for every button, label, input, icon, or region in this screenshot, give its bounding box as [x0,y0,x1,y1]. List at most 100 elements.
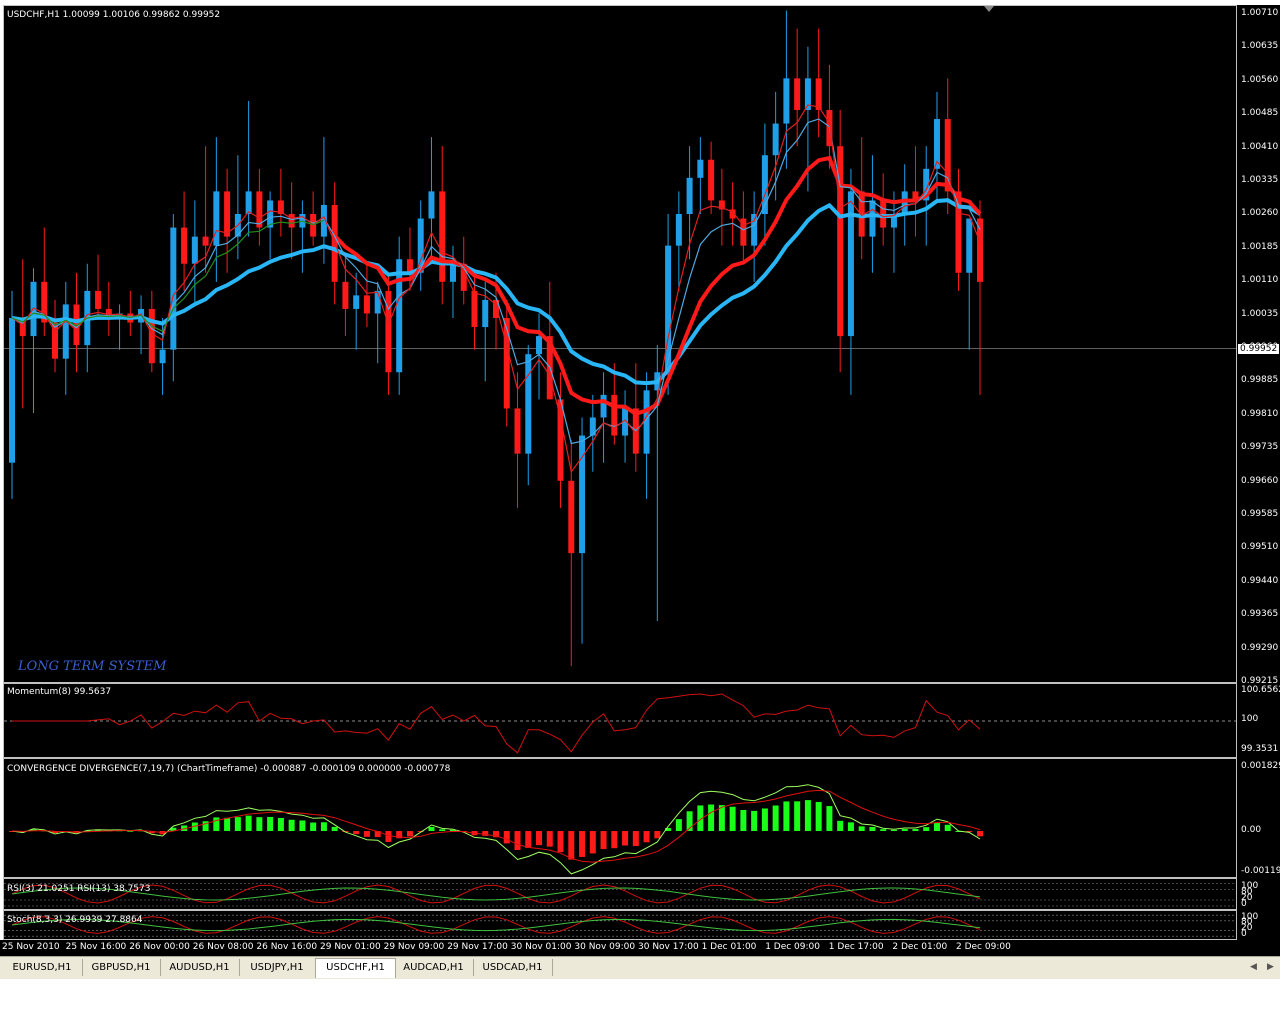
candle-body [482,299,489,328]
macd-axis-zero: 0.00 [1241,825,1262,835]
stoch-axis-0: 0 [1241,929,1247,939]
macd-histogram-bar [815,801,822,831]
tab-scroll-right-icon[interactable]: ▶ [1267,962,1274,972]
candle-body [697,159,704,178]
candle-body [751,214,758,246]
candle-body [966,218,973,273]
time-axis-label: 30 Nov 17:00 [638,942,699,952]
momentum-axis-max: 100.6562 [1241,685,1280,695]
candle-body [374,290,381,314]
momentum-pane[interactable]: Momentum(8) 99.5637 [3,683,1237,758]
macd-histogram-bar [761,808,768,831]
candle-body [815,78,822,110]
time-axis-label: 26 Nov 08:00 [192,942,254,952]
candle-body [170,227,177,350]
candle-body [396,259,403,373]
time-axis-label: 29 Nov 09:00 [383,942,445,952]
watermark-text: LONG TERM SYSTEM [18,659,167,674]
macd-histogram-bar [837,820,844,831]
time-axis-label: 29 Nov 17:00 [447,942,508,952]
symbol-tab[interactable]: AUDUSD,H1 [160,959,240,976]
stoch-pane[interactable]: Stoch(8,3,3) 26.9939 27.8864 [3,910,1237,940]
symbol-tab[interactable]: AUDCAD,H1 [394,959,474,976]
macd-histogram-bar [901,828,908,831]
candle-body [525,354,532,454]
macd-histogram-bar [503,831,510,844]
macd-histogram-bar [363,831,370,837]
macd-histogram-bar [224,817,231,831]
macd-histogram-bar [632,831,639,847]
symbol-tab[interactable]: GBPUSD,H1 [82,959,161,976]
macd-histogram-bar [772,805,779,831]
rsi-title: RSI(3) 21.0251 RSI(13) 38.7573 [7,884,151,894]
candle-body [353,295,360,309]
candle-body [439,191,446,282]
candle-body [213,191,220,246]
tab-scroll-left-icon[interactable]: ◀ [1250,962,1257,972]
price-axis-label: 0.99215 [1241,676,1279,683]
price-axis-label: 0.99510 [1241,542,1279,553]
macd-histogram-bar [557,831,564,853]
macd-svg [9,784,983,875]
candle-body [159,349,166,364]
price-axis-label: 0.99290 [1241,642,1279,653]
symbol-tab[interactable]: USDJPY,H1 [239,959,316,976]
macd-histogram-bar [213,817,220,831]
symbol-tab[interactable]: USDCHF,H1 [315,958,396,978]
macd-histogram-bar [277,817,284,831]
macd-axis-min: -0.00119 [1241,866,1280,876]
price-chart-pane[interactable]: USDCHF,H1 1.00099 1.00106 0.99862 0.9995… [3,5,1237,683]
momentum-title: Momentum(8) 99.5637 [7,687,112,697]
macd-histogram-bar [589,831,596,854]
time-axis-label: 26 Nov 00:00 [129,942,190,952]
macd-histogram-bar [536,831,543,846]
macd-histogram-bar [525,831,532,848]
macd-histogram-bar [288,819,295,831]
price-axis-label: 1.00560 [1241,74,1279,85]
macd-title: CONVERGENCE DIVERGENCE(7,19,7) (ChartTim… [7,764,451,774]
stoch-svg [4,914,1236,937]
macd-histogram-bar [923,827,930,831]
candle-body [675,214,682,246]
rsi-pane[interactable]: RSI(3) 21.0251 RSI(13) 38.7573 [3,878,1237,910]
candle-body [471,290,478,328]
macd-histogram-bar [234,817,241,831]
macd-histogram-bar [718,805,725,831]
candle-body [191,236,198,264]
momentum-axis-min: 99.3531 [1241,744,1279,754]
candle-body [9,318,15,463]
time-axis-label: 30 Nov 09:00 [574,942,636,952]
candle-body [342,281,349,309]
macd-line [11,784,981,875]
macd-histogram-bar [708,804,715,831]
current-price-label: 0.99952 [1238,344,1280,354]
candle-body [503,318,510,409]
macd-histogram-bar [256,817,263,831]
time-axis-label: 25 Nov 2010 [2,942,60,952]
macd-histogram-bar [729,806,736,831]
price-axis-label: 0.99810 [1241,408,1279,419]
momentum-svg [4,693,1236,754]
rsi-axis: 100 80 20 0 [1237,878,1280,910]
candle-body [449,263,456,282]
time-axis-label: 1 Dec 01:00 [701,942,757,952]
rsi-svg [4,883,1236,907]
macd-histogram-bar [654,831,661,839]
macd-histogram-bar [267,816,274,831]
momentum-axis: 100.6562 100 99.3531 [1237,683,1280,758]
chart-shift-marker[interactable] [984,6,994,12]
symbol-tab[interactable]: EURUSD,H1 [2,959,83,976]
candle-body [224,191,231,237]
macd-pane[interactable]: CONVERGENCE DIVERGENCE(7,19,7) (ChartTim… [3,758,1237,878]
time-axis: 25 Nov 2010 25 Nov 16:00 26 Nov 00:00 26 No… [0,940,1280,956]
candle-body [708,159,715,201]
stoch-axis: 100 80 20 0 [1237,910,1280,940]
price-axis-label: 1.00710 [1241,8,1279,18]
macd-histogram-bar [933,823,940,831]
symbol-tab[interactable]: USDCAD,H1 [473,959,553,976]
price-axis-label: 1.00260 [1241,208,1279,219]
macd-histogram-bar [890,829,897,831]
time-axis-label: 2 Dec 01:00 [892,942,948,952]
candle-body [772,123,779,156]
chart-title: USDCHF,H1 1.00099 1.00106 0.99862 0.9995… [7,10,221,20]
